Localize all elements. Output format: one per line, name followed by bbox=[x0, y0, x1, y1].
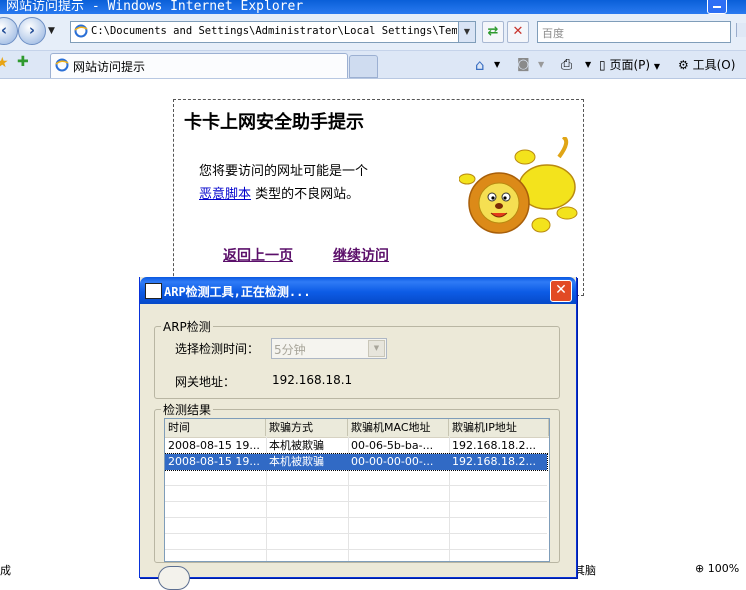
zoom-icon: ⊕ bbox=[695, 562, 705, 575]
page-menu-label: 页面(P) bbox=[609, 58, 651, 72]
home-icon[interactable]: ⌂ bbox=[475, 55, 485, 75]
print-dropdown-icon[interactable]: ▼ bbox=[585, 55, 591, 75]
cell-mac: 00-00-00-00-... bbox=[351, 455, 434, 468]
cell-ip: 192.168.18.2... bbox=[452, 439, 536, 452]
cell-time: 2008-08-15 19... bbox=[168, 455, 260, 468]
search-go-button[interactable] bbox=[736, 23, 746, 37]
warning-line-2-rest: 类型的不良网站。 bbox=[255, 187, 360, 202]
malicious-script-link[interactable]: 恶意脚本 bbox=[199, 187, 251, 202]
gear-icon: ⚙ bbox=[678, 58, 689, 72]
status-text: 成 bbox=[0, 564, 11, 577]
cell-time: 2008-08-15 19... bbox=[168, 439, 260, 452]
ie-tab-icon bbox=[55, 58, 69, 72]
zoom-value: 100% bbox=[707, 562, 740, 575]
tab-bar: ★ ✚ 网站访问提示 ⌂ ▼ ◙ ▼ ⎙ ▼ ▯ 页面(P) ▼ ⚙ 工具(O) bbox=[0, 51, 746, 79]
search-input[interactable]: 百度 bbox=[537, 21, 731, 43]
favorites-star-icon[interactable]: ★ bbox=[0, 55, 9, 71]
tools-menu-label: 工具(O) bbox=[692, 58, 736, 72]
refresh-button[interactable]: ⇄ bbox=[482, 21, 504, 43]
table-row-selected[interactable]: 2008-08-15 19... 本机被欺骗 00-00-00-00-... 1… bbox=[165, 453, 548, 471]
page-icon: ▯ bbox=[599, 58, 606, 72]
gateway-label: 网关地址： bbox=[175, 375, 236, 389]
warning-line-2: 恶意脚本 类型的不良网站。 bbox=[199, 183, 359, 202]
results-legend: 检测结果 bbox=[163, 403, 212, 417]
add-favorites-icon[interactable]: ✚ bbox=[17, 54, 29, 70]
new-tab-button[interactable] bbox=[349, 55, 378, 78]
status-zone-text: 其脑 bbox=[574, 564, 596, 577]
table-row[interactable]: 2008-08-15 19... 本机被欺骗 00-06-5b-ba-... 1… bbox=[165, 438, 547, 454]
cell-method: 本机被欺骗 bbox=[269, 455, 324, 468]
interval-label: 选择检测时间： bbox=[175, 342, 260, 356]
tools-menu[interactable]: ⚙ 工具(O) bbox=[678, 55, 735, 75]
page-dropdown-icon: ▼ bbox=[653, 62, 661, 71]
ie-page-icon bbox=[74, 24, 88, 38]
window-title-bar: 网站访问提示 - Windows Internet Explorer bbox=[0, 0, 746, 14]
cell-ip: 192.168.18.2... bbox=[452, 455, 536, 468]
arp-detect-legend: ARP检测 bbox=[163, 320, 211, 334]
address-toolbar: ‹ › ▼ C:\Documents and Settings\Administ… bbox=[0, 14, 746, 51]
feeds-dropdown-icon[interactable]: ▼ bbox=[538, 55, 544, 75]
dialog-close-button[interactable]: ✕ bbox=[550, 280, 572, 302]
continue-link[interactable]: 继续访问 bbox=[333, 245, 389, 265]
tab-label: 网站访问提示 bbox=[73, 60, 146, 74]
column-header-ip[interactable]: 欺骗机IP地址 bbox=[449, 419, 549, 436]
feeds-icon[interactable]: ◙ bbox=[517, 55, 530, 75]
search-placeholder: 百度 bbox=[542, 27, 564, 40]
column-header-mac[interactable]: 欺骗机MAC地址 bbox=[348, 419, 449, 436]
column-header-method[interactable]: 欺骗方式 bbox=[266, 419, 348, 436]
address-dropdown-icon[interactable]: ▼ bbox=[458, 22, 475, 42]
arp-dialog: ARP检测工具,正在检测... ✕ ARP检测 选择检测时间： 5分钟 ▼ 网关… bbox=[139, 277, 577, 590]
page-title: 卡卡上网安全助手提示 bbox=[184, 112, 364, 133]
go-back-link[interactable]: 返回上一页 bbox=[223, 245, 293, 265]
window-title: 网站访问提示 - Windows Internet Explorer bbox=[6, 0, 304, 14]
lion-mascot-image bbox=[459, 137, 578, 234]
results-table[interactable]: 时间 欺骗方式 欺骗机MAC地址 欺骗机IP地址 2008-08-15 19..… bbox=[164, 418, 550, 562]
back-button[interactable]: ‹ bbox=[0, 17, 18, 45]
address-bar[interactable]: C:\Documents and Settings\Administrator\… bbox=[70, 21, 476, 43]
history-dropdown-icon[interactable]: ▼ bbox=[48, 26, 55, 36]
stop-button[interactable]: ✕ bbox=[507, 21, 529, 43]
gateway-value: 192.168.18.1 bbox=[272, 373, 353, 387]
page-menu[interactable]: ▯ 页面(P) ▼ bbox=[599, 55, 660, 75]
dialog-title-bar[interactable]: ARP检测工具,正在检测... ✕ bbox=[140, 277, 576, 304]
home-dropdown-icon[interactable]: ▼ bbox=[494, 55, 500, 75]
arp-app-icon bbox=[145, 283, 162, 299]
forward-button[interactable]: › bbox=[18, 17, 46, 45]
column-header-time[interactable]: 时间 bbox=[165, 419, 266, 436]
minimize-button[interactable] bbox=[707, 0, 727, 14]
warning-line-1: 您将要访问的网址可能是一个 bbox=[199, 164, 369, 179]
address-text: C:\Documents and Settings\Administrator\… bbox=[91, 25, 457, 37]
results-header: 时间 欺骗方式 欺骗机MAC地址 欺骗机IP地址 bbox=[165, 419, 549, 438]
dialog-round-button[interactable] bbox=[158, 566, 190, 590]
tab-current[interactable]: 网站访问提示 bbox=[50, 53, 348, 78]
interval-value: 5分钟 bbox=[274, 343, 306, 357]
dialog-title: ARP检测工具,正在检测... bbox=[164, 285, 311, 299]
print-icon[interactable]: ⎙ bbox=[561, 55, 572, 75]
forward-arrow-icon: › bbox=[28, 21, 36, 39]
zoom-level[interactable]: ⊕ 100% bbox=[695, 562, 739, 575]
chevron-down-icon: ▼ bbox=[368, 340, 385, 357]
cell-mac: 00-06-5b-ba-... bbox=[351, 439, 434, 452]
interval-select[interactable]: 5分钟 ▼ bbox=[271, 338, 387, 359]
back-arrow-icon: ‹ bbox=[0, 21, 8, 39]
cell-method: 本机被欺骗 bbox=[269, 439, 324, 452]
